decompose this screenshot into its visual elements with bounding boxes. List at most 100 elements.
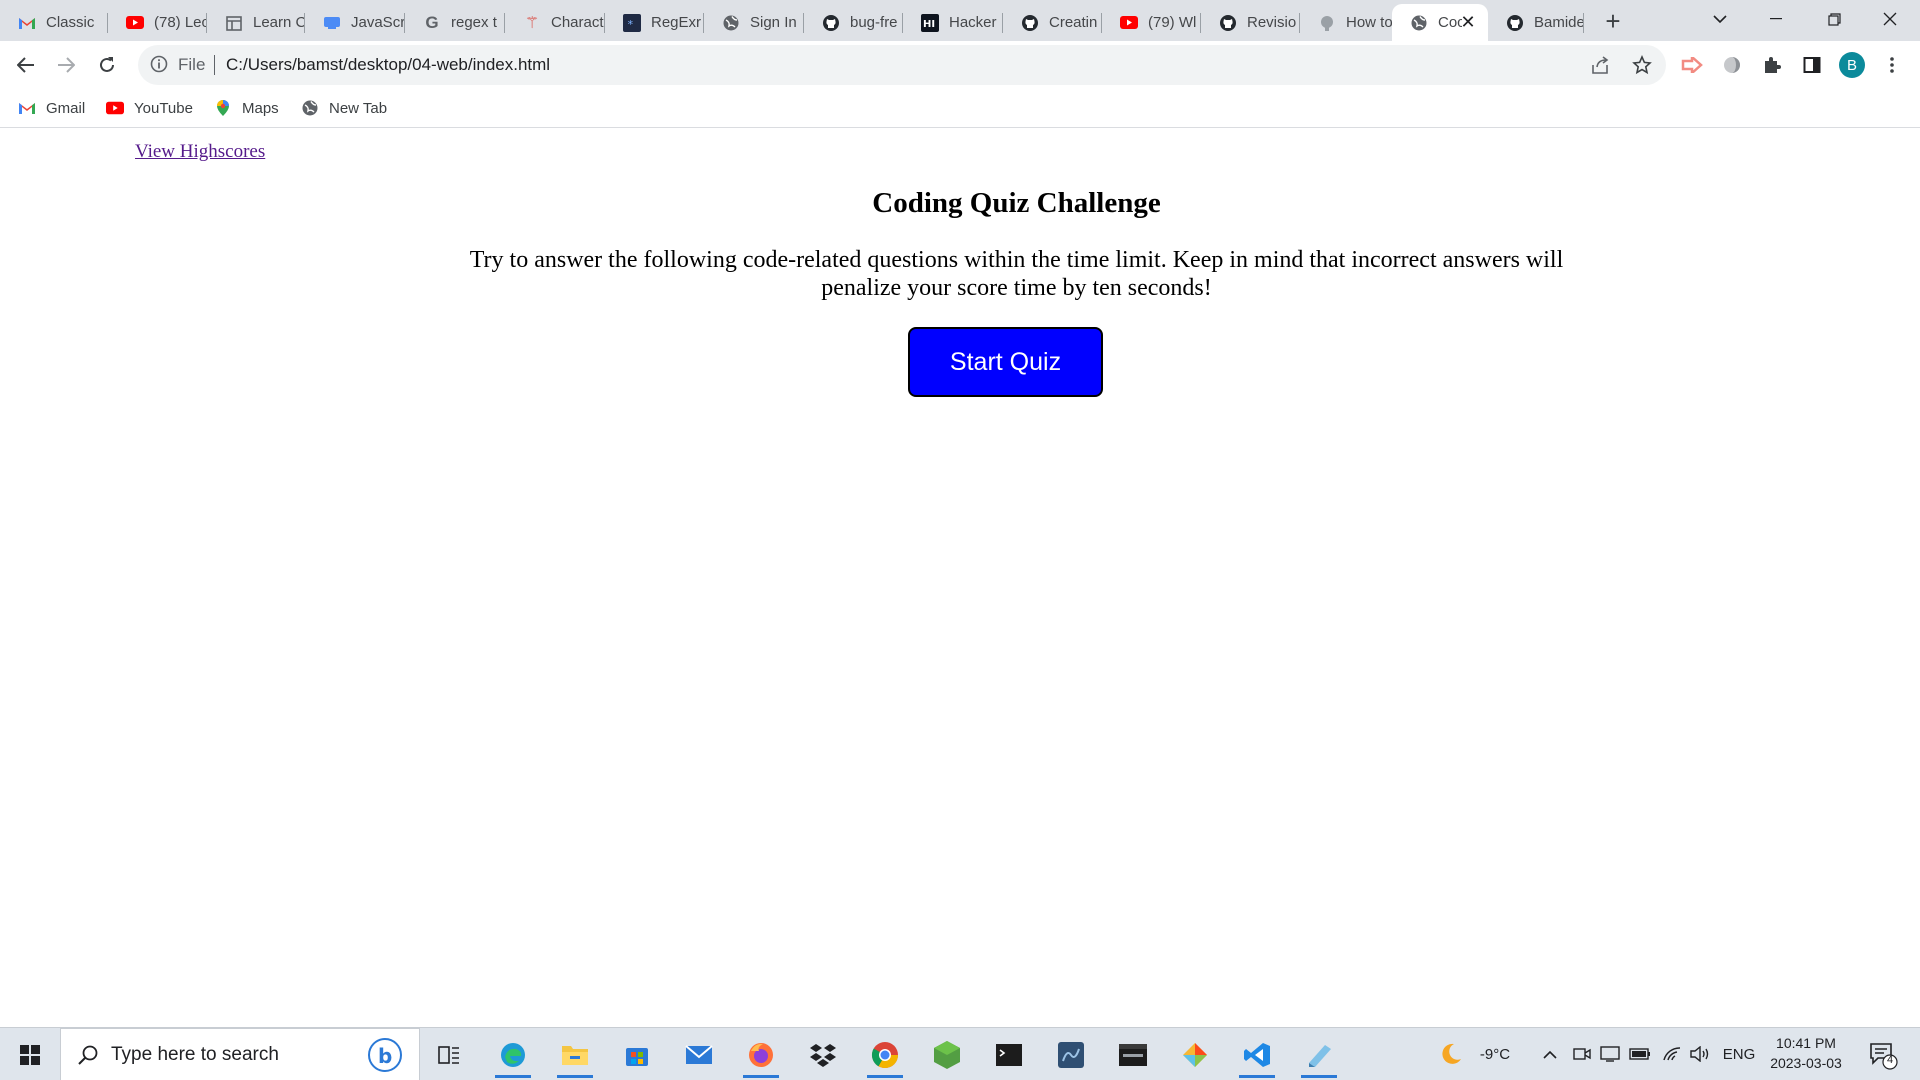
tab-strip: Classic (78) Lec Learn C JavaScr G regex… (0, 0, 1920, 41)
minimize-icon[interactable] (1748, 0, 1804, 38)
github-icon (1219, 14, 1237, 32)
github-icon (1506, 14, 1524, 32)
chrome-icon[interactable] (861, 1032, 909, 1078)
language-indicator[interactable]: ENG (1720, 1042, 1758, 1066)
meet-now-icon[interactable] (1570, 1042, 1594, 1066)
page-title: Coding Quiz Challenge (872, 187, 1161, 219)
task-view-icon[interactable] (425, 1032, 473, 1078)
dropbox-icon[interactable] (799, 1032, 847, 1078)
tab-title: Bamide (1534, 14, 1584, 31)
extension-circle-icon[interactable] (1717, 50, 1747, 80)
tab-learn[interactable]: Learn C (207, 4, 305, 41)
tab-creating[interactable]: Creatin (1003, 4, 1102, 41)
tab-bamide[interactable]: Bamide (1488, 4, 1584, 41)
reload-icon[interactable] (91, 49, 123, 81)
wifi-icon[interactable] (1660, 1042, 1684, 1066)
close-tab-icon[interactable]: ✕ (1458, 12, 1478, 32)
svg-text:HI: HI (923, 19, 935, 30)
gmail-icon (18, 14, 36, 32)
tab-youtube-2[interactable]: (79) Wl (1102, 4, 1201, 41)
tab-sign-in[interactable]: Sign In (704, 4, 804, 41)
node-icon[interactable] (923, 1032, 971, 1078)
app-running-indicator (1301, 1075, 1337, 1078)
bookmark-label: New Tab (329, 99, 388, 117)
tab-regex-search[interactable]: G regex t (405, 4, 505, 41)
tab-gmail[interactable]: Classic (0, 4, 108, 41)
store-icon[interactable] (613, 1032, 661, 1078)
brain-icon (1318, 14, 1336, 32)
taskbar-search-box[interactable]: Type here to search b (60, 1028, 420, 1080)
bookmark-new-tab[interactable]: New Tab (301, 97, 387, 119)
tab-title: bug-fre (850, 14, 898, 31)
share-icon[interactable] (1586, 50, 1616, 80)
clock-date: 2023-03-03 (1770, 1055, 1842, 1071)
url-divider (214, 55, 215, 75)
forward-icon[interactable] (50, 49, 82, 81)
bing-icon[interactable]: b (367, 1037, 403, 1073)
tab-bug-free[interactable]: bug-fre (804, 4, 903, 41)
profile-avatar[interactable]: B (1837, 50, 1867, 80)
address-bar[interactable]: File C:/Users/bamst/desktop/04-web/index… (138, 45, 1666, 85)
tab-title: Revisio (1247, 14, 1297, 31)
restore-icon[interactable] (1806, 0, 1862, 38)
vscode-icon[interactable] (1233, 1032, 1281, 1078)
notepad-icon[interactable] (1295, 1032, 1343, 1078)
tab-javascript[interactable]: JavaScr (305, 4, 405, 41)
tab-hackerrank[interactable]: HI Hacker (903, 4, 1003, 41)
show-hidden-icons-chevron-icon[interactable] (1538, 1042, 1562, 1066)
url-text[interactable]: C:/Users/bamst/desktop/04-web/index.html (226, 55, 550, 75)
extensions-puzzle-icon[interactable] (1757, 50, 1787, 80)
quiz-description: Try to answer the following code-related… (469, 247, 1564, 301)
edge-icon[interactable] (489, 1032, 537, 1078)
taskbar-clock[interactable]: 10:41 PM 2023-03-03 (1764, 1033, 1848, 1073)
tab-coding-quiz[interactable]: Coc ✕ (1392, 4, 1488, 41)
view-highscores-link[interactable]: View Highscores (135, 141, 265, 163)
extension-arrow-icon[interactable] (1677, 50, 1707, 80)
tab-regexr[interactable]: * RegExr (605, 4, 704, 41)
tab-search-chevron-icon[interactable] (1692, 0, 1748, 38)
bookmarks-bar: Gmail YouTube Maps New Tab (0, 89, 1920, 128)
page-content: View Highscores Coding Quiz Challenge Tr… (0, 129, 1920, 1027)
notification-center-icon[interactable]: 4 (1868, 1040, 1898, 1070)
tab-title: (78) Lec (154, 14, 207, 31)
windows-start-icon[interactable] (0, 1028, 60, 1080)
tab-youtube[interactable]: (78) Lec (108, 4, 207, 41)
battery-icon[interactable] (1628, 1042, 1652, 1066)
tab-how-to[interactable]: How to (1300, 4, 1392, 41)
bookmark-gmail[interactable]: Gmail (18, 97, 85, 119)
bookmark-youtube[interactable]: YouTube (106, 97, 193, 119)
firefox-icon[interactable] (737, 1032, 785, 1078)
new-tab-button[interactable]: + (1598, 6, 1628, 36)
mysql-shell-icon[interactable] (1109, 1032, 1157, 1078)
weather-moon-icon[interactable] (1436, 1042, 1466, 1066)
back-icon[interactable] (10, 49, 42, 81)
display-icon[interactable] (1598, 1042, 1622, 1066)
side-panel-icon[interactable] (1797, 50, 1827, 80)
tab-title: Sign In (750, 14, 797, 31)
tab-revision[interactable]: Revisio (1201, 4, 1300, 41)
bookmark-star-icon[interactable] (1627, 50, 1657, 80)
tab-characters[interactable]: ⚚ Charact (505, 4, 605, 41)
search-placeholder: Type here to search (111, 1044, 279, 1065)
terminal-icon[interactable] (985, 1032, 1033, 1078)
google-icon: G (425, 12, 439, 32)
notification-count-badge: 4 (1886, 1054, 1894, 1066)
start-quiz-button[interactable]: Start Quiz (908, 327, 1103, 397)
menu-kebab-icon[interactable] (1877, 50, 1907, 80)
app-running-indicator (1239, 1075, 1275, 1078)
tab-title: (79) Wl (1148, 14, 1197, 31)
weather-temperature[interactable]: -9°C (1472, 1042, 1518, 1066)
volume-icon[interactable] (1688, 1042, 1712, 1066)
close-window-icon[interactable] (1862, 0, 1918, 38)
bookmark-maps[interactable]: Maps (214, 97, 279, 119)
git-kraken-icon[interactable] (1171, 1032, 1219, 1078)
learn-icon (225, 14, 243, 32)
github-icon (1021, 14, 1039, 32)
mail-icon[interactable] (675, 1032, 723, 1078)
character-icon: ⚚ (524, 14, 540, 32)
mysql-workbench-icon[interactable] (1047, 1032, 1095, 1078)
site-info-icon[interactable] (150, 55, 170, 75)
file-explorer-icon[interactable] (551, 1032, 599, 1078)
svg-text:b: b (378, 1044, 392, 1068)
tab-title: Hacker (949, 14, 997, 31)
